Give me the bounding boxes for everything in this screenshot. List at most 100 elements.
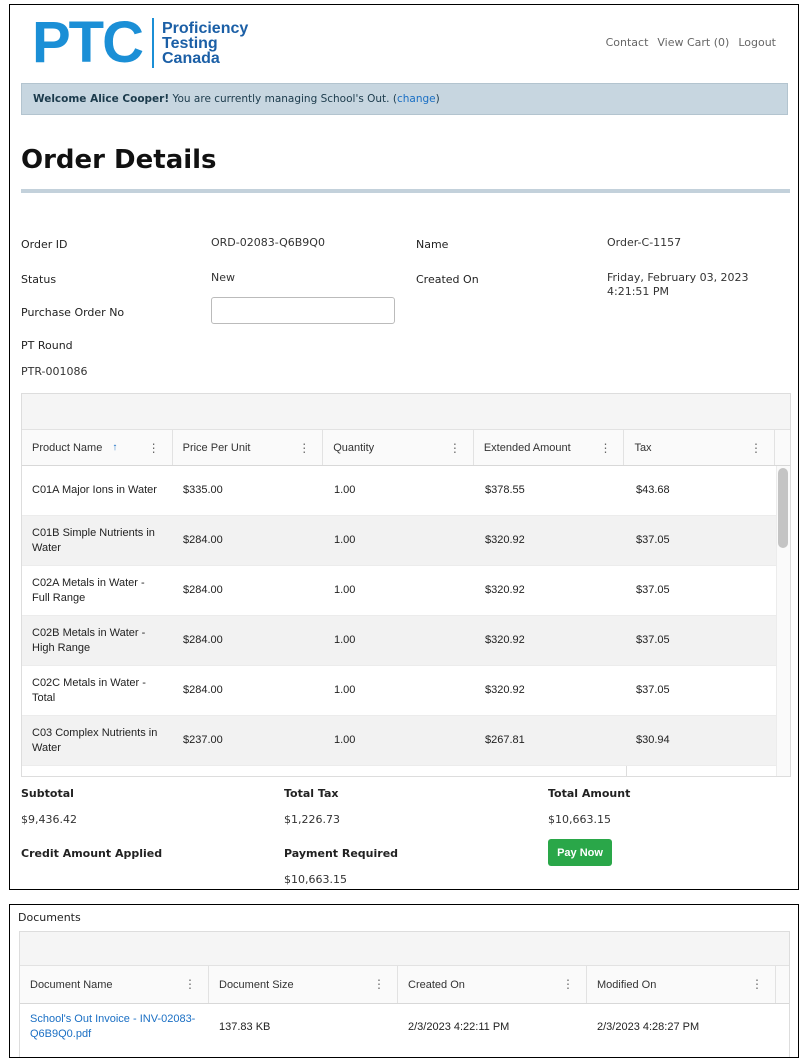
cell-tax: $37.05 [636, 634, 670, 646]
table-row[interactable]: C04A Solids in Water $222.00 1.00 $250.8… [22, 766, 790, 776]
col-label-tax: Tax [634, 441, 652, 454]
header-spacer [775, 430, 790, 465]
cell-price: $284.00 [183, 634, 223, 646]
purchase-order-input[interactable] [211, 297, 395, 324]
table-row[interactable]: C01A Major Ions in Water $335.00 1.00 $3… [22, 466, 790, 516]
cell-extended-amount: $320.92 [485, 534, 525, 546]
page-title: Order Details [21, 145, 217, 175]
column-menu-icon[interactable]: ⋮ [599, 441, 611, 455]
total-amount-label: Total Amount [548, 787, 631, 800]
cell-modified-on: 2/3/2023 4:28:27 PM [597, 1020, 700, 1033]
table-row[interactable]: C03 Complex Nutrients in Water $237.00 1… [22, 716, 790, 766]
col-header-extended-amount[interactable]: Extended Amount ⋮ [474, 430, 625, 465]
cell-tax: $30.94 [636, 734, 670, 746]
table-scrollbar-thumb[interactable] [778, 468, 788, 548]
column-menu-icon[interactable]: ⋮ [373, 977, 385, 991]
table-row[interactable]: C02B Metals in Water - High Range $284.0… [22, 616, 790, 666]
cell-created-on: 2/3/2023 4:22:11 PM [408, 1020, 510, 1033]
pt-round-value: PTR-001086 [21, 365, 88, 378]
column-menu-icon[interactable]: ⋮ [148, 441, 160, 455]
logo-divider [152, 18, 154, 68]
col-header-product-name[interactable]: Product Name ↑ ⋮ [22, 430, 173, 465]
sort-ascending-icon[interactable]: ↑ [112, 442, 117, 453]
cell-quantity: 1.00 [334, 634, 356, 646]
cell-price: $284.00 [183, 584, 223, 596]
col-header-document-size[interactable]: Document Size ⋮ [209, 966, 398, 1003]
cell-product-name: C04A Solids in Water [22, 766, 173, 776]
col-header-document-name[interactable]: Document Name ⋮ [20, 966, 209, 1003]
col-header-price-per-unit[interactable]: Price Per Unit ⋮ [173, 430, 324, 465]
col-label-product-name: Product Name [32, 441, 103, 454]
cell-document-name: School's Out Invoice - INV-02083-Q6B9Q0.… [20, 1004, 209, 1050]
subtotal-value: $9,436.42 [21, 813, 77, 826]
title-divider [21, 189, 790, 193]
total-tax-value: $1,226.73 [284, 813, 340, 826]
payment-required-value: $10,663.15 [284, 873, 347, 886]
nav-contact-link[interactable]: Contact [606, 36, 649, 49]
col-label-document-size: Document Size [219, 978, 294, 991]
table-body: C01A Major Ions in Water $335.00 1.00 $3… [22, 466, 790, 776]
document-row[interactable]: School's Out Invoice - INV-02083-Q6B9Q0.… [20, 1004, 789, 1050]
cell-price: $284.00 [183, 534, 223, 546]
column-menu-icon[interactable]: ⋮ [184, 977, 196, 991]
table-row[interactable]: C01B Simple Nutrients in Water $284.00 1… [22, 516, 790, 566]
cell-quantity: 1.00 [334, 484, 356, 496]
col-label-created-on: Created On [408, 978, 465, 991]
logo-line-3: Canada [162, 49, 220, 67]
cell-tax: $37.05 [636, 534, 670, 546]
cell-tax: $37.05 [636, 584, 670, 596]
pay-now-button[interactable]: Pay Now [548, 839, 612, 866]
documents-panel: Documents Document Name ⋮ Document Size … [9, 904, 799, 1058]
purchase-order-label: Purchase Order No [21, 306, 125, 319]
change-account-link[interactable]: change [397, 93, 436, 105]
name-value: Order-C-1157 [607, 236, 682, 249]
documents-toolbar [20, 932, 789, 966]
cell-product-name: C02C Metals in Water - Total [32, 676, 146, 704]
col-header-modified-on[interactable]: Modified On ⋮ [587, 966, 776, 1003]
cell-product-name: C01A Major Ions in Water [32, 484, 157, 496]
document-link[interactable]: School's Out Invoice - INV-02083-Q6B9Q0.… [30, 1012, 199, 1042]
total-amount-value: $10,663.15 [548, 813, 611, 826]
ptc-logo[interactable]: PTC Proficiency Testing Canada [32, 13, 248, 73]
cell-extended-amount: $320.92 [485, 634, 525, 646]
nav-logout-link[interactable]: Logout [738, 36, 776, 49]
column-menu-icon[interactable]: ⋮ [562, 977, 574, 991]
order-items-table: Product Name ↑ ⋮ Price Per Unit ⋮ Quanti… [21, 393, 791, 777]
cell-extended-amount: $320.92 [485, 684, 525, 696]
created-on-label: Created On [416, 273, 479, 286]
table-row[interactable]: C02C Metals in Water - Total $284.00 1.0… [22, 666, 790, 716]
col-header-tax[interactable]: Tax ⋮ [624, 430, 776, 465]
col-label-modified-on: Modified On [597, 978, 657, 991]
column-menu-icon[interactable]: ⋮ [298, 441, 310, 455]
credit-applied-label: Credit Amount Applied [21, 847, 163, 860]
cell-quantity: 1.00 [334, 734, 356, 746]
order-id-value: ORD-02083-Q6B9Q0 [211, 236, 325, 249]
column-menu-icon[interactable]: ⋮ [751, 977, 763, 991]
welcome-banner: Welcome Alice Cooper! You are currently … [21, 83, 788, 115]
cell-product-name: C02B Metals in Water - High Range [32, 626, 146, 654]
cell-product-name: C01B Simple Nutrients in Water [32, 526, 155, 554]
status-value: New [211, 271, 235, 284]
welcome-close-paren: ) [435, 93, 440, 105]
documents-header: Document Name ⋮ Document Size ⋮ Created … [20, 966, 789, 1004]
cell-quantity: 1.00 [324, 766, 475, 776]
order-id-label: Order ID [21, 238, 68, 251]
cell-price: $335.00 [183, 484, 223, 496]
cell-extended-amount: $378.55 [485, 484, 525, 496]
col-header-created-on[interactable]: Created On ⋮ [398, 966, 587, 1003]
cell-price: $237.00 [183, 734, 223, 746]
welcome-greeting: Welcome Alice Cooper! [33, 93, 170, 105]
col-label-quantity: Quantity [333, 441, 375, 454]
cell-product-name: C03 Complex Nutrients in Water [32, 726, 158, 754]
col-label-extended-amount: Extended Amount [483, 441, 571, 454]
order-details-panel: PTC Proficiency Testing Canada Contact V… [9, 4, 799, 890]
column-menu-icon[interactable]: ⋮ [750, 441, 762, 455]
payment-required-label: Payment Required [284, 847, 399, 860]
col-header-quantity[interactable]: Quantity ⋮ [323, 430, 474, 465]
nav-view-cart-link[interactable]: View Cart (0) [657, 36, 729, 49]
name-label: Name [416, 238, 449, 251]
logo-wordmark: PTC [32, 10, 144, 75]
table-row[interactable]: C02A Metals in Water - Full Range $284.0… [22, 566, 790, 616]
column-menu-icon[interactable]: ⋮ [449, 441, 461, 455]
cell-document-size: 137.83 KB [219, 1020, 271, 1033]
